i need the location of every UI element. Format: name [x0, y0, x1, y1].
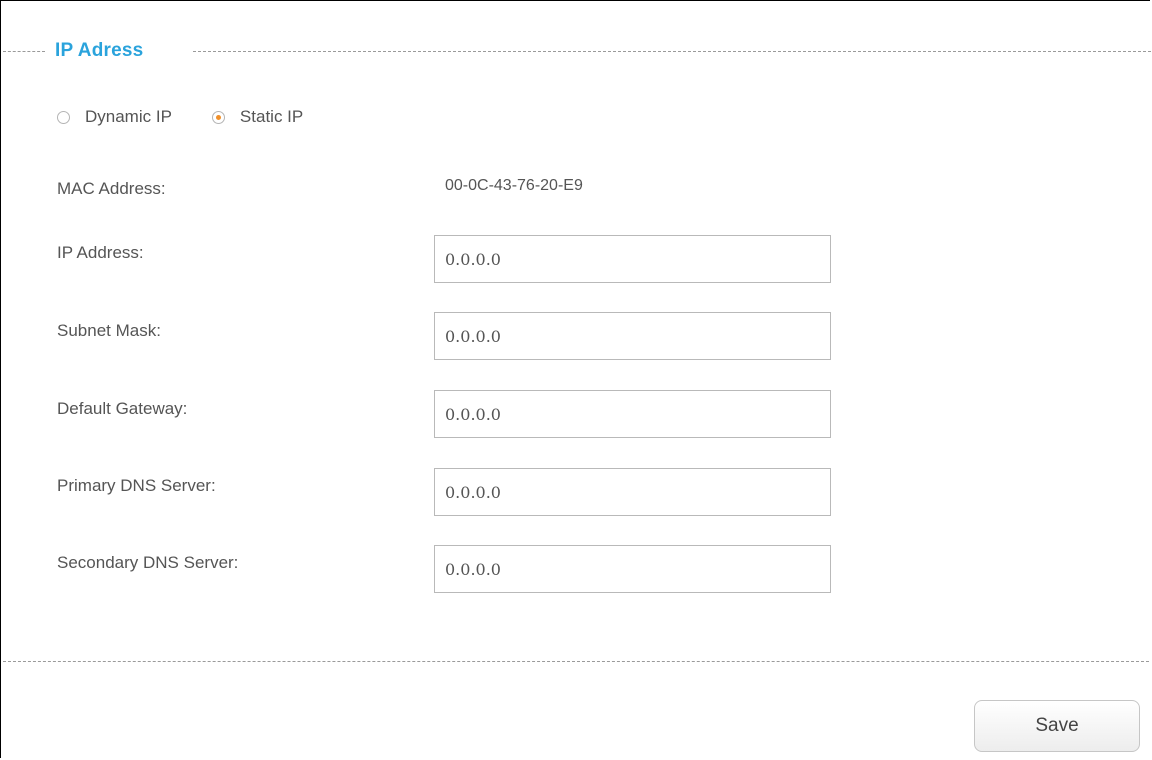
- dynamic-ip-label[interactable]: Dynamic IP: [85, 105, 172, 129]
- static-ip-radio[interactable]: [211, 110, 225, 124]
- mac-address-label: MAC Address:: [57, 179, 166, 198]
- static-ip-label[interactable]: Static IP: [240, 105, 303, 129]
- dynamic-ip-option[interactable]: Dynamic IP: [57, 105, 172, 129]
- secondary-dns-input[interactable]: [434, 545, 831, 593]
- ip-address-input[interactable]: [434, 235, 831, 283]
- subnet-mask-label: Subnet Mask:: [57, 321, 161, 340]
- secondary-dns-label: Secondary DNS Server:: [57, 553, 239, 572]
- subnet-mask-input[interactable]: [434, 312, 831, 360]
- primary-dns-label: Primary DNS Server:: [57, 476, 216, 495]
- dynamic-ip-radio[interactable]: [57, 110, 70, 124]
- static-ip-option[interactable]: Static IP: [211, 105, 303, 129]
- section-title: IP Adress: [55, 40, 144, 61]
- mac-address-value: 00-0C-43-76-20-E9: [445, 177, 583, 194]
- section-divider-right: [193, 51, 1151, 52]
- default-gateway-input[interactable]: [434, 390, 831, 438]
- save-button[interactable]: Save: [974, 700, 1140, 752]
- section-divider-left: [3, 51, 45, 52]
- radio-selected-dot: [215, 114, 221, 120]
- primary-dns-input[interactable]: [434, 468, 831, 516]
- section-footer-divider: [3, 661, 1149, 662]
- default-gateway-label: Default Gateway:: [57, 399, 188, 418]
- ip-address-label: IP Address:: [57, 243, 144, 262]
- connection-type-radio-group: Dynamic IP Static IP: [57, 105, 303, 129]
- section-header: IP Adress: [3, 39, 1151, 63]
- settings-panel: IP Adress Dynamic IP Static IP MAC Addre…: [0, 0, 1151, 758]
